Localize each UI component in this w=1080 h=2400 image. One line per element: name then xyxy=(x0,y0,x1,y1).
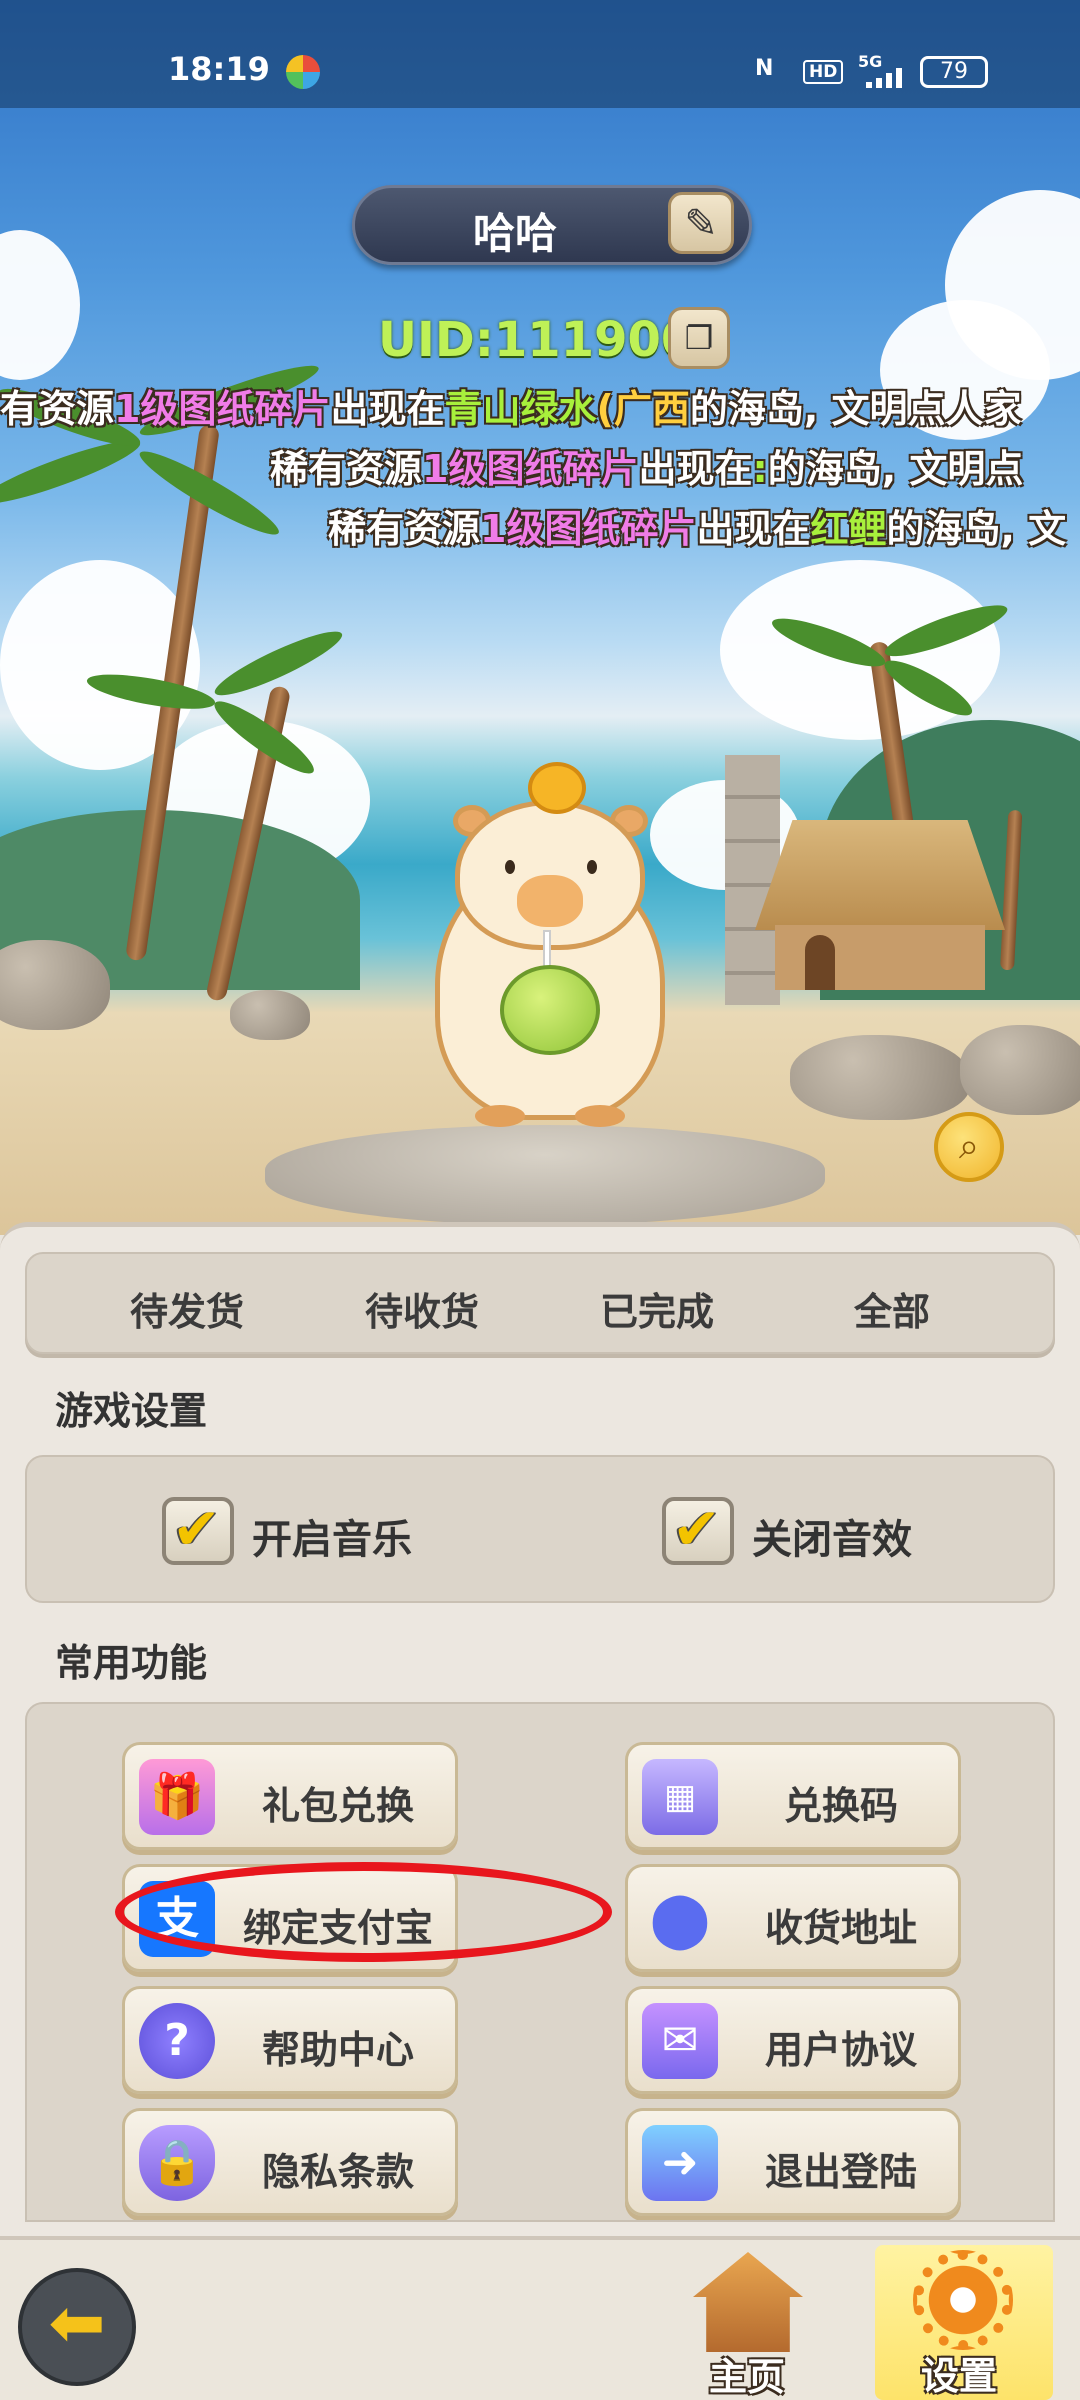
user-agreement-button[interactable]: ✉ 用户协议 xyxy=(625,1986,961,2094)
music-checkbox[interactable]: ✔ xyxy=(162,1495,234,1565)
capybara-snout xyxy=(517,875,583,927)
back-arrow-icon: ⬅ xyxy=(48,2284,106,2363)
capybara-character xyxy=(425,750,675,1150)
signal-icon xyxy=(866,68,906,88)
location-pin-icon: ⬤ xyxy=(649,1887,711,1950)
stone-pillar xyxy=(725,755,780,1005)
tab-pending-shipment[interactable]: 待发货 xyxy=(77,1281,297,1336)
capybara-eye xyxy=(505,860,515,874)
sound-label: 关闭音效 xyxy=(752,1517,912,1563)
ticker-line: 有资源1级图纸碎片出现在青山绿水(广西的海岛, 文明点人家 xyxy=(0,387,1022,431)
ticker-line: 稀有资源1级图纸碎片出现在红鲤的海岛, 文 xyxy=(328,507,1067,551)
game-settings-box: ✔ 开启音乐 ✔ 关闭音效 xyxy=(25,1455,1055,1603)
gift-redeem-label: 礼包兑换 xyxy=(261,1784,414,1828)
nfc-icon: N xyxy=(755,56,774,81)
search-button[interactable]: ⌕ xyxy=(934,1112,1004,1182)
orange-on-head xyxy=(528,762,586,814)
uid-value: 111900 xyxy=(493,312,695,368)
functions-box: 🎁 礼包兑换 ▦ 兑换码 支 绑定支付宝 ⬤ 收货地址 ? 帮助中心 ✉ 用户协… xyxy=(25,1702,1055,2222)
game-settings-title: 游戏设置 xyxy=(55,1389,208,1433)
logout-button[interactable]: ➜ 退出登陆 xyxy=(625,2108,961,2216)
logout-label: 退出登陆 xyxy=(764,2150,917,2194)
user-agreement-label: 用户协议 xyxy=(764,2028,917,2072)
music-label: 开启音乐 xyxy=(252,1517,412,1563)
nav-home-label: 主页 xyxy=(709,2355,786,2399)
shipping-address-label: 收货地址 xyxy=(764,1906,917,1950)
copy-icon: ❐ xyxy=(684,319,714,357)
exit-door-icon: ➜ xyxy=(642,2125,718,2201)
gear-icon xyxy=(913,2250,1013,2350)
back-button[interactable]: ⬅ xyxy=(18,2268,136,2386)
copy-uid-button[interactable]: ❐ xyxy=(668,307,730,369)
checkmark-icon: ✔ xyxy=(672,1495,721,1563)
edit-name-button[interactable]: ✎ xyxy=(668,192,734,254)
hut-door xyxy=(805,935,835,990)
capybara-foot xyxy=(575,1105,625,1127)
magnifier-icon: ⌕ xyxy=(958,1126,980,1167)
privacy-policy-label: 隐私条款 xyxy=(261,2150,414,2194)
help-center-button[interactable]: ? 帮助中心 xyxy=(122,1986,458,2094)
pencil-icon: ✎ xyxy=(684,201,718,247)
annotation-ellipse xyxy=(115,1862,612,1962)
shipping-address-button[interactable]: ⬤ 收货地址 xyxy=(625,1864,961,1972)
order-tabs: 待发货 待收货 已完成 全部 xyxy=(25,1252,1055,1354)
uid-separator: : xyxy=(474,312,494,368)
calculator-icon: ▦ xyxy=(642,1759,718,1835)
capybara-foot xyxy=(475,1105,525,1127)
uid-label: UID xyxy=(378,312,475,368)
checkmark-icon: ✔ xyxy=(172,1495,221,1563)
gift-icon: 🎁 xyxy=(139,1759,215,1835)
gift-redeem-button[interactable]: 🎁 礼包兑换 xyxy=(122,1742,458,1850)
app-notification-icon xyxy=(286,55,320,89)
battery-indicator: 79 xyxy=(920,56,988,88)
player-name: 哈哈 xyxy=(472,209,557,258)
help-center-label: 帮助中心 xyxy=(261,2028,414,2072)
rock xyxy=(230,990,310,1040)
status-time: 18:19 xyxy=(168,50,270,88)
rock xyxy=(960,1025,1080,1115)
redeem-code-label: 兑换码 xyxy=(783,1784,898,1828)
ticker-line: 稀有资源1级图纸碎片出现在:的海岛, 文明点 xyxy=(270,447,1024,491)
hd-icon: HD xyxy=(803,60,844,84)
cloud xyxy=(0,230,80,380)
uid-display: UID:111900 xyxy=(378,312,694,368)
hut-roof xyxy=(755,820,1005,930)
shield-lock-icon: 🔒 xyxy=(139,2125,215,2201)
tab-pending-receipt[interactable]: 待收货 xyxy=(312,1281,532,1336)
house-icon xyxy=(693,2252,803,2352)
common-functions-title: 常用功能 xyxy=(55,1641,208,1685)
coconut xyxy=(500,965,600,1055)
nav-home[interactable]: 主页 xyxy=(665,2248,835,2399)
rock xyxy=(790,1035,970,1120)
mail-icon: ✉ xyxy=(642,2003,718,2079)
tab-all[interactable]: 全部 xyxy=(782,1281,1002,1336)
redeem-code-button[interactable]: ▦ 兑换码 xyxy=(625,1742,961,1850)
nav-settings-label: 设置 xyxy=(921,2354,998,2398)
sound-checkbox[interactable]: ✔ xyxy=(662,1495,734,1565)
tab-completed[interactable]: 已完成 xyxy=(547,1281,767,1336)
status-bar: 18:19 N HD 5G 79 xyxy=(0,0,1080,108)
capybara-eye xyxy=(587,860,597,874)
help-gear-icon: ? xyxy=(139,2003,215,2079)
nav-settings[interactable]: 设置 xyxy=(875,2245,1053,2400)
privacy-policy-button[interactable]: 🔒 隐私条款 xyxy=(122,2108,458,2216)
